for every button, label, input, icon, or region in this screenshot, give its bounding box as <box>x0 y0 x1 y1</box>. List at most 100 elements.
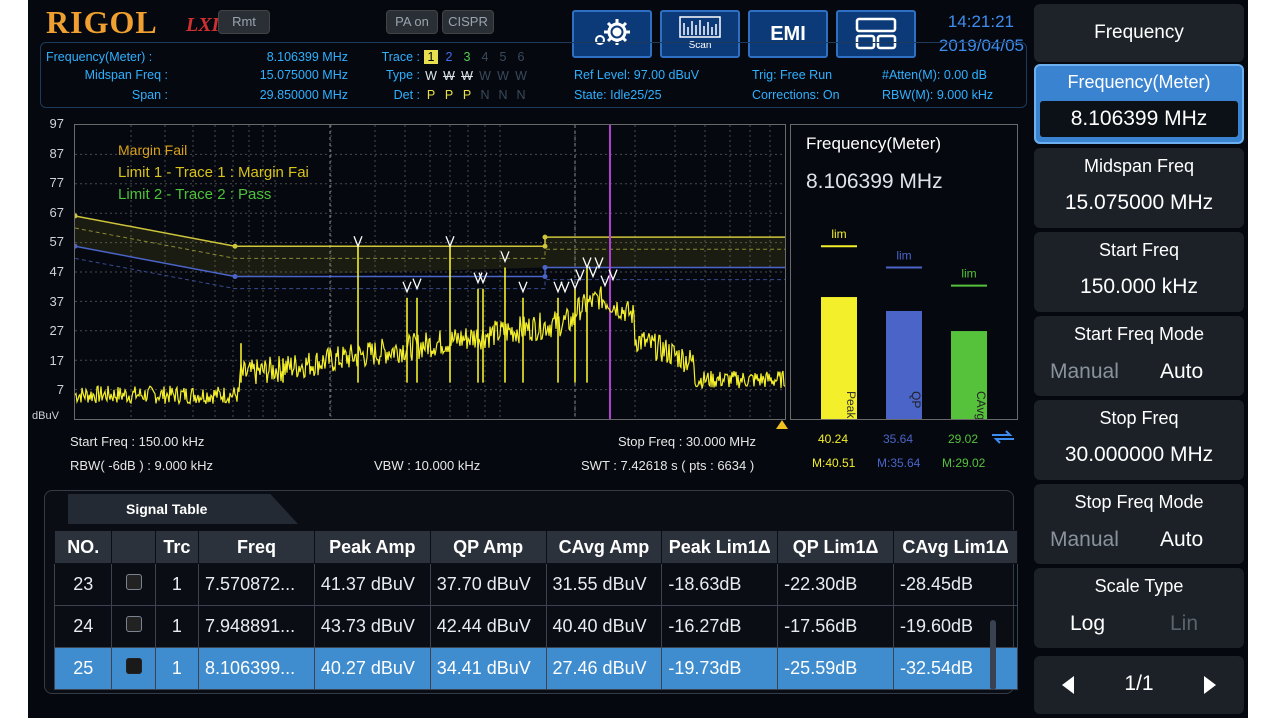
trace-type-1: W <box>425 69 437 83</box>
menu-key-frequency-meter[interactable]: Frequency(Meter) 8.106399 MHz <box>1034 64 1244 144</box>
start-mode-manual-option[interactable]: Manual <box>1050 360 1119 384</box>
table-row[interactable]: 25 1 8.106399... 40.27 dBuV 34.41 dBuV 27.46 … <box>53 647 1018 690</box>
y-tick-label: 87 <box>49 145 64 161</box>
limit1-point <box>542 243 548 249</box>
cell-qp: 42.44 dBuV <box>429 605 547 648</box>
limit1-point <box>542 234 548 240</box>
cell-cavg: 27.46 dBuV <box>545 647 663 690</box>
meter-bar-name: Peak <box>844 391 858 419</box>
y-tick-label: 27 <box>49 323 64 339</box>
trace-num-3: 3 <box>463 50 471 64</box>
meter-current-value: 35.64 <box>883 432 914 446</box>
cell-freq: 7.570872... <box>198 563 315 606</box>
swt-text: SWT : 7.42618 s ( pts : 6634 ) <box>581 458 755 473</box>
table-scrollbar[interactable] <box>990 620 996 690</box>
row-checkbox-cell[interactable] <box>111 563 156 606</box>
cell-no: 25 <box>53 647 113 690</box>
scan-icon <box>679 16 721 38</box>
cell-cavg: 40.40 dBuV <box>545 605 663 648</box>
cispr-indicator: CISPR <box>442 10 494 34</box>
start-freq-text: Start Freq : 150.00 kHz <box>70 434 205 449</box>
column-header[interactable]: Trc <box>154 530 200 564</box>
column-header[interactable]: QP Lim1Δ <box>777 530 894 564</box>
cell-peak: 40.27 dBuV <box>313 647 431 690</box>
menu-pager: 1/1 <box>1034 656 1244 714</box>
scale-lin-option[interactable]: Lin <box>1170 612 1198 636</box>
scale-log-option[interactable]: Log <box>1070 612 1105 636</box>
cell-cavg-lim: -32.54dB <box>893 647 1018 690</box>
limit1-status: Limit 1 - Trace 1 : Margin Fai <box>118 164 309 181</box>
table-row[interactable]: 23 1 7.570872... 41.37 dBuV 37.70 dBuV 31.55 … <box>53 563 1018 606</box>
freq-meter-info-value: 8.106399 MHz <box>266 50 348 64</box>
column-header[interactable]: CAvg Lim1Δ <box>893 530 1018 564</box>
trace-det-5: N <box>498 88 508 102</box>
trace-type-3: W <box>461 69 473 83</box>
vbw-text: VBW : 10.000 kHz <box>374 458 481 473</box>
meter-title: Frequency(Meter) <box>806 134 942 153</box>
cell-qp-lim: -25.59dB <box>777 647 894 690</box>
start-mode-auto-option[interactable]: Auto <box>1160 360 1203 384</box>
start-freq-key-value: 150.000 kHz <box>1080 275 1198 298</box>
freq-meter-key-value: 8.106399 MHz <box>1040 101 1238 137</box>
trace-det-4: N <box>480 88 490 102</box>
meter-max-value: M:35.64 <box>877 456 921 470</box>
stop-freq-text: Stop Freq : 30.000 MHz <box>618 434 757 449</box>
cell-no: 24 <box>53 605 113 648</box>
limit2-point <box>542 274 548 280</box>
stop-mode-manual-option[interactable]: Manual <box>1050 528 1119 552</box>
refresh-icon[interactable] <box>988 428 1018 446</box>
peak-marker-icon <box>560 281 570 294</box>
cell-qp-lim: -17.56dB <box>777 605 894 648</box>
signal-table-header: NO. Trc Freq Peak Amp QP Amp CAvg Amp Peak Lim… <box>53 530 1018 564</box>
meter-panel: lim Peak lim QP lim CAvg <box>790 124 1018 420</box>
menu-key-start-freq[interactable]: Start Freq 150.000 kHz <box>1034 232 1244 312</box>
menu-title: Frequency <box>1034 4 1244 62</box>
next-page-icon[interactable] <box>1204 676 1216 694</box>
meter-current-value: 29.02 <box>948 432 979 446</box>
menu-key-start-freq-mode[interactable]: Start Freq Mode Manual Auto <box>1034 316 1244 396</box>
row-checkbox-cell[interactable] <box>111 647 156 690</box>
signal-table: NO. Trc Freq Peak Amp QP Amp CAvg Amp Peak Lim… <box>53 530 1018 690</box>
menu-key-scale-type[interactable]: Scale Type Log Lin <box>1034 568 1244 648</box>
row-checkbox[interactable] <box>125 658 142 674</box>
column-header[interactable]: CAvg Amp <box>545 530 663 564</box>
cell-cavg: 31.55 dBuV <box>545 563 663 606</box>
cell-peak: 41.37 dBuV <box>313 563 431 606</box>
trace-info-label: Trace : <box>381 50 420 64</box>
cell-trc: 1 <box>154 605 200 648</box>
cell-peak-lim: -16.27dB <box>661 605 779 648</box>
cell-qp: 37.70 dBuV <box>429 563 547 606</box>
cell-cavg-lim: -19.60dB <box>893 605 1018 648</box>
menu-key-midspan-freq[interactable]: Midspan Freq 15.075000 MHz <box>1034 148 1244 228</box>
stop-mode-auto-option[interactable]: Auto <box>1160 528 1203 552</box>
column-header[interactable]: Peak Lim1Δ <box>661 530 779 564</box>
menu-key-stop-freq-mode[interactable]: Stop Freq Mode Manual Auto <box>1034 484 1244 564</box>
y-tick-label: 57 <box>49 234 64 250</box>
menu-key-stop-freq[interactable]: Stop Freq 30.000000 MHz <box>1034 400 1244 480</box>
cell-peak: 43.73 dBuV <box>313 605 431 648</box>
column-header[interactable] <box>111 530 156 564</box>
peak-marker-icon <box>518 281 528 294</box>
trace-num-6: 6 <box>517 50 525 64</box>
stop-freq-key-label: Stop Freq <box>1099 408 1179 428</box>
scale-type-key-label: Scale Type <box>1094 576 1184 596</box>
peak-marker-icon <box>412 278 422 291</box>
row-checkbox[interactable] <box>125 574 142 590</box>
row-checkbox[interactable] <box>125 616 142 632</box>
meter-max-value: M:40.51 <box>812 456 856 470</box>
midspan-info-value: 15.075000 MHz <box>259 68 348 82</box>
pa-on-indicator: PA on <box>386 10 438 34</box>
column-header[interactable]: Peak Amp <box>313 530 431 564</box>
column-header[interactable]: Freq <box>198 530 315 564</box>
trace-num-1: 1 <box>424 50 438 64</box>
column-header[interactable]: NO. <box>53 530 113 564</box>
table-row[interactable]: 24 1 7.948891... 43.73 dBuV 42.44 dBuV 40.40 … <box>53 605 1018 648</box>
det-info-label: Det : <box>393 88 420 102</box>
signal-table-tab[interactable]: Signal Table <box>68 494 298 524</box>
row-checkbox-cell[interactable] <box>111 605 156 648</box>
corrections-info: Corrections: On <box>752 88 840 102</box>
cell-freq: 8.106399... <box>198 647 315 690</box>
peak-marker-icon <box>402 281 412 294</box>
midspan-key-label: Midspan Freq <box>1083 156 1195 176</box>
column-header[interactable]: QP Amp <box>429 530 547 564</box>
